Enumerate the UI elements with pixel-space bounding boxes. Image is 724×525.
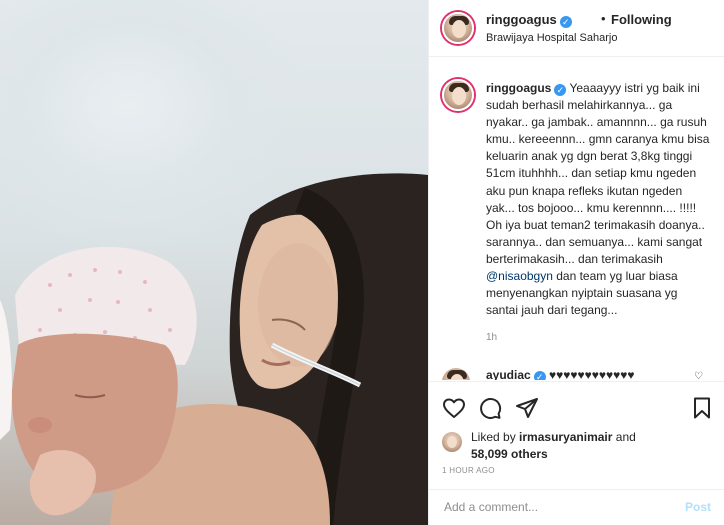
caption-author-avatar[interactable] (442, 79, 474, 111)
add-comment-input[interactable] (442, 499, 646, 515)
caption-username[interactable]: ringgoagus (486, 81, 551, 95)
post-header: ringgoagus ✓ • Following Brawijaya Hospit… (429, 0, 724, 57)
caption-time: 1h (486, 332, 498, 343)
verified-badge-icon: ✓ (559, 16, 572, 28)
comment-icon[interactable] (478, 396, 502, 420)
heart-icon[interactable] (442, 396, 466, 420)
comment-like-heart-icon[interactable]: ♡ (694, 371, 703, 380)
likes-prefix: Liked by (471, 430, 516, 444)
caption-text: ringgoagus ✓ Yeaaayyy istri yg baik ini s… (486, 80, 712, 319)
separator-dot: • (601, 11, 606, 26)
bookmark-icon[interactable] (690, 396, 714, 420)
comment-username[interactable]: ayudiac (486, 368, 531, 380)
liker-avatar[interactable] (442, 432, 462, 452)
likes-count[interactable]: 58,099 others (471, 447, 548, 461)
author-username-row: ringgoagus ✓ (486, 12, 572, 28)
author-username[interactable]: ringgoagus (486, 12, 557, 27)
likes-summary: Liked by irmasuryanimair and 58,099 othe… (471, 429, 711, 463)
caption-body: Yeaaayyy istri yg baik ini sudah berhasi… (486, 81, 710, 266)
post-photo[interactable] (0, 0, 428, 525)
following-button[interactable]: Following (611, 12, 672, 27)
likes-conjunction: and (615, 430, 636, 444)
liker-username[interactable]: irmasuryanimair (519, 430, 612, 444)
caption-mention-link[interactable]: @nisaobgyn (486, 269, 553, 283)
verified-badge-icon: ✓ (533, 371, 546, 380)
comment-row: ayudiac ✓ ♥♥♥♥♥♥♥♥♥♥♥♥ ♡ (429, 360, 724, 380)
post-comment-button[interactable]: Post (685, 500, 711, 514)
author-avatar[interactable] (442, 12, 474, 44)
avatar-face (447, 436, 457, 448)
comment-body: ♥♥♥♥♥♥♥♥♥♥♥♥ (549, 368, 635, 380)
add-comment-bar: Post (429, 489, 724, 525)
paper-plane-icon[interactable] (515, 396, 539, 420)
location-link[interactable]: Brawijaya Hospital Saharjo (486, 32, 617, 44)
commenter-avatar[interactable] (442, 368, 470, 380)
photo-scene (0, 173, 428, 525)
avatar-face (452, 87, 466, 105)
post-actions: Liked by irmasuryanimair and 58,099 othe… (429, 381, 724, 523)
avatar-face (452, 20, 466, 38)
verified-badge-icon: ✓ (554, 84, 567, 96)
post-side-panel: ringgoagus ✓ • Following Brawijaya Hospit… (428, 0, 724, 525)
caption-area: ringgoagus ✓ Yeaaayyy istri yg baik ini s… (429, 57, 724, 357)
comment-text: ayudiac ✓ ♥♥♥♥♥♥♥♥♥♥♥♥ (486, 368, 635, 380)
posted-time[interactable]: 1 HOUR AGO (442, 466, 495, 475)
